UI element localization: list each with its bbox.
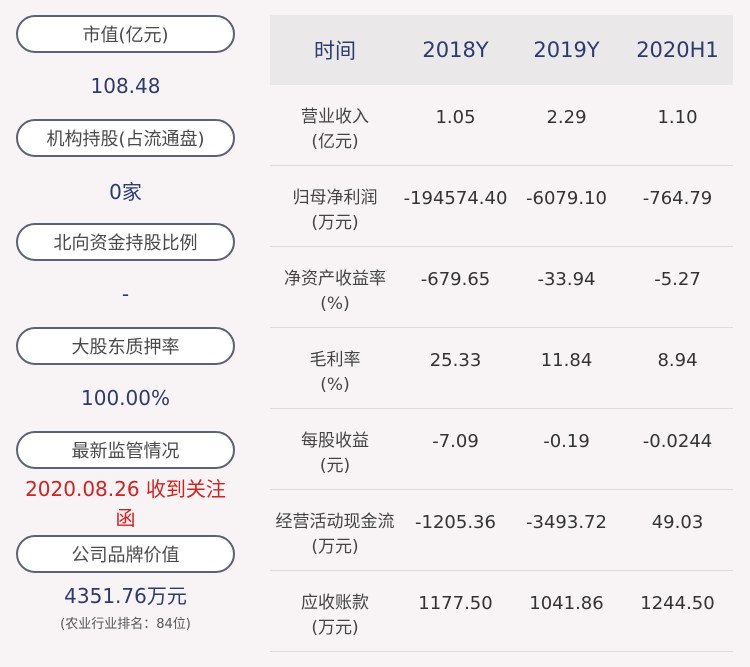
metric-label-pledge-ratio: 大股东质押率 <box>16 327 235 365</box>
table-row: 经营活动现金流 (万元) -1205.36 -3493.72 49.03 <box>270 490 733 571</box>
table-row: 营业收入 (亿元) 1.05 2.29 1.10 <box>270 85 733 166</box>
key-metrics-panel: 市值(亿元) 108.48 机构持股(占流通盘) 0家 北向资金持股比例 - 大… <box>16 15 235 653</box>
header-2019: 2019Y <box>533 38 600 62</box>
brand-rank-note: (农业行业排名：84位) <box>60 617 191 632</box>
metric-value-market-cap: 108.48 <box>90 74 161 98</box>
cell: -1205.36 <box>415 512 496 533</box>
cell: 11.84 <box>540 350 593 371</box>
row-label: 营业收入 (亿元) <box>301 107 369 152</box>
cell: -5.27 <box>654 269 701 290</box>
cell: -33.94 <box>537 269 596 290</box>
table-row: 毛利率 (%) 25.33 11.84 8.94 <box>270 328 733 409</box>
metric-value-northbound-ratio: - <box>121 282 130 306</box>
metric-label-market-cap: 市值(亿元) <box>16 15 235 53</box>
cell: 25.33 <box>429 350 482 371</box>
table-row: 归母净利润 (万元) -194574.40 -6079.10 -764.79 <box>270 166 733 247</box>
cell: -3493.72 <box>526 512 607 533</box>
cell: 1177.50 <box>418 593 493 614</box>
cell: -764.79 <box>642 188 713 209</box>
header-2020h1: 2020H1 <box>636 38 719 62</box>
cell: 2.29 <box>546 107 587 128</box>
cell: -679.65 <box>420 269 491 290</box>
cell: -7.09 <box>432 431 479 452</box>
stock-summary-card: 市值(亿元) 108.48 机构持股(占流通盘) 0家 北向资金持股比例 - 大… <box>0 0 750 667</box>
table-row: 净资产收益率 (%) -679.65 -33.94 -5.27 <box>270 247 733 328</box>
metric-label-brand-value: 公司品牌价值 <box>16 535 235 573</box>
row-label: 每股收益 (元) <box>301 431 369 476</box>
metric-value-regulatory-status: 2020.08.26 收到关注函 <box>25 477 226 530</box>
cell: 49.03 <box>651 512 704 533</box>
row-label: 归母净利润 (万元) <box>292 188 378 233</box>
cell: 8.94 <box>657 350 698 371</box>
metric-value-pledge-ratio: 100.00% <box>81 386 170 410</box>
row-label: 经营活动现金流 (万元) <box>275 512 395 557</box>
cell: 1.05 <box>435 107 476 128</box>
metric-label-northbound-ratio: 北向资金持股比例 <box>16 223 235 261</box>
financials-table: 时间 2018Y 2019Y 2020H1 营业收入 (亿元) 1.05 2.29… <box>270 15 733 652</box>
cell: -0.19 <box>543 431 590 452</box>
cell: 1041.86 <box>529 593 604 614</box>
table-row: 应收账款 (万元) 1177.50 1041.86 1244.50 <box>270 571 733 652</box>
cell: -194574.40 <box>403 188 508 209</box>
row-label: 净资产收益率 (%) <box>284 269 386 314</box>
header-period: 时间 <box>314 39 356 63</box>
cell: -6079.10 <box>526 188 607 209</box>
metric-label-regulatory-status: 最新监管情况 <box>16 431 235 469</box>
table-header: 时间 2018Y 2019Y 2020H1 <box>270 15 733 85</box>
table-row: 每股收益 (元) -7.09 -0.19 -0.0244 <box>270 409 733 490</box>
metric-label-institutional-holding: 机构持股(占流通盘) <box>16 119 235 157</box>
row-label: 毛利率 (%) <box>309 350 361 395</box>
metric-value-institutional-holding: 0家 <box>109 179 142 204</box>
header-2018: 2018Y <box>422 38 489 62</box>
row-label: 应收账款 (万元) <box>301 593 369 638</box>
cell: -0.0244 <box>642 431 713 452</box>
metric-value-brand-value: 4351.76万元 (农业行业排名：84位) <box>60 584 191 632</box>
cell: 1244.50 <box>640 593 715 614</box>
cell: 1.10 <box>657 107 698 128</box>
